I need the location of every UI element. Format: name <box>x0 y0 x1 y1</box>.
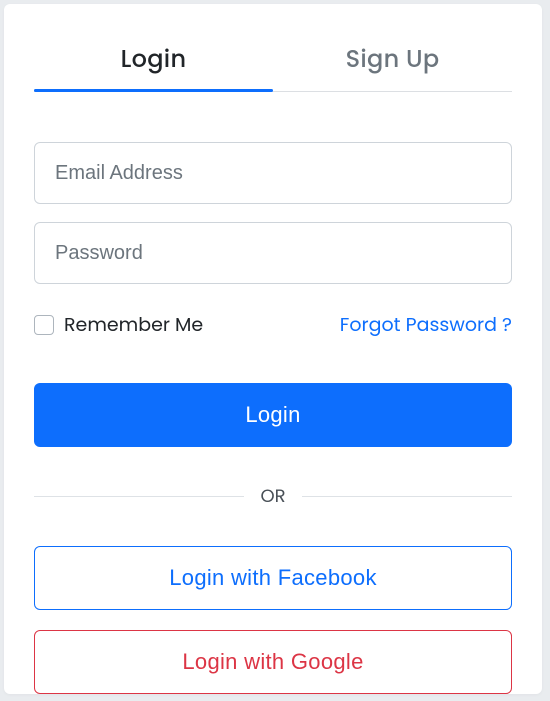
remember-checkbox[interactable] <box>34 315 54 335</box>
tab-signup[interactable]: Sign Up <box>273 34 512 91</box>
forgot-password-link[interactable]: Forgot Password ? <box>340 310 512 339</box>
remember-me: Remember Me <box>34 310 203 339</box>
login-google-button[interactable]: Login with Google <box>34 630 512 694</box>
password-field[interactable] <box>34 222 512 284</box>
divider: OR <box>34 483 512 510</box>
login-facebook-button[interactable]: Login with Facebook <box>34 546 512 610</box>
email-field[interactable] <box>34 142 512 204</box>
login-button[interactable]: Login <box>34 383 512 447</box>
options-row: Remember Me Forgot Password ? <box>34 310 512 339</box>
tab-login[interactable]: Login <box>34 34 273 91</box>
auth-tabs: Login Sign Up <box>34 34 512 92</box>
remember-label: Remember Me <box>64 310 203 339</box>
login-card: Login Sign Up Remember Me Forgot Passwor… <box>4 4 542 694</box>
divider-label: OR <box>244 483 301 510</box>
